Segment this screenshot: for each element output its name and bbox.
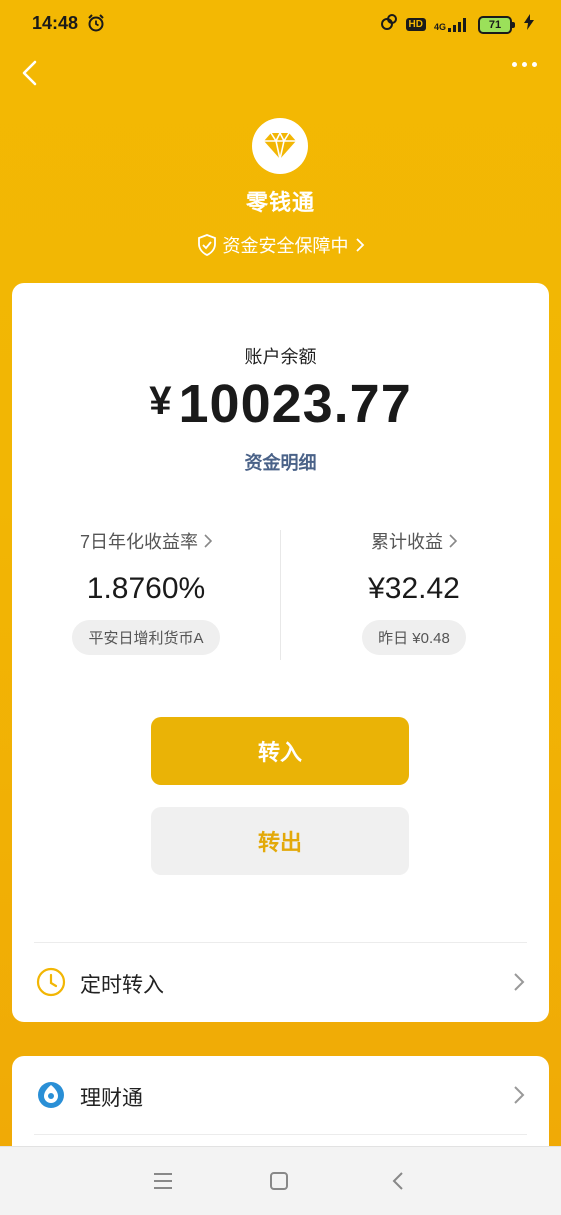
system-nav-bar (0, 1146, 561, 1215)
balance-card: 账户余额 ¥10023.77 资金明细 7日年化收益率 1.8760% 平安日增… (12, 283, 549, 1022)
chevron-right-icon (513, 972, 525, 997)
balance-label: 账户余额 (244, 347, 317, 367)
balance-amount: ¥10023.77 (12, 373, 549, 435)
alarm-clock-icon (86, 13, 106, 38)
fund-details-link[interactable]: 资金明细 (12, 449, 549, 475)
charging-icon (523, 14, 535, 35)
home-icon[interactable] (268, 1171, 290, 1196)
fund-name-badge: 平安日增利货币A (72, 620, 220, 655)
stats-section: 7日年化收益率 1.8760% 平安日增利货币A 累计收益 ¥32.42 昨日 … (12, 528, 549, 663)
earnings-label: 累计收益 (371, 532, 443, 552)
guarantee-text: 资金安全保障中 (222, 236, 349, 256)
yield-label-row: 7日年化收益率 (12, 528, 280, 554)
page: 14:48 HD 4G 71 零钱通 资金安全保障中 账户余额 ¥ 10023.… (0, 0, 561, 1215)
back-button[interactable] (18, 58, 42, 88)
yield-stat[interactable]: 7日年化收益率 1.8760% 平安日增利货币A (12, 528, 280, 655)
divider (34, 942, 527, 943)
clock-icon (36, 967, 66, 1002)
scheduled-transfer-label: 定时转入 (80, 974, 164, 997)
chevron-right-icon (204, 534, 212, 548)
chevron-right-icon (513, 1085, 525, 1110)
battery-icon: 71 (478, 15, 515, 34)
chevron-left-icon (22, 60, 37, 86)
page-title: 零钱通 (245, 190, 315, 215)
status-time: 14:48 (32, 13, 79, 33)
battery-level: 71 (478, 15, 512, 34)
wealth-logo-icon (36, 1080, 66, 1115)
menu-icon[interactable] (152, 1171, 174, 1196)
chevron-right-icon (355, 238, 364, 252)
balance-value: 10023.77 (178, 374, 412, 434)
wealth-row[interactable]: 理财通 (12, 1058, 549, 1136)
link-icon (380, 13, 398, 36)
transfer-out-button[interactable]: 转出 (151, 807, 409, 875)
divider (34, 1134, 527, 1135)
network-type: 4G (433, 21, 446, 32)
currency-symbol: ¥ (149, 379, 173, 423)
earnings-stat[interactable]: 累计收益 ¥32.42 昨日 ¥0.48 (280, 528, 548, 655)
status-icons: HD 4G 71 (380, 13, 535, 36)
status-bar: 14:48 HD 4G 71 (0, 0, 561, 48)
wealth-label: 理财通 (80, 1087, 143, 1110)
scheduled-transfer-row[interactable]: 定时转入 (12, 945, 549, 1023)
yield-label: 7日年化收益率 (79, 532, 198, 552)
hd-badge: HD (405, 18, 426, 31)
chevron-right-icon (449, 534, 457, 548)
transfer-in-button[interactable]: 转入 (151, 717, 409, 785)
signal-icon: 4G (433, 17, 470, 32)
earnings-label-row: 累计收益 (280, 528, 548, 554)
security-guarantee-link[interactable]: 资金安全保障中 (0, 232, 561, 258)
wealth-card: 理财通 (12, 1056, 549, 1156)
more-options-button[interactable] (512, 62, 537, 67)
earnings-value: ¥32.42 (368, 572, 460, 605)
back-nav-icon[interactable] (388, 1171, 410, 1196)
yield-value: 1.8760% (86, 572, 206, 605)
yesterday-earnings-badge: 昨日 ¥0.48 (362, 620, 466, 655)
shield-icon (197, 234, 216, 256)
diamond-logo-icon (252, 118, 308, 174)
